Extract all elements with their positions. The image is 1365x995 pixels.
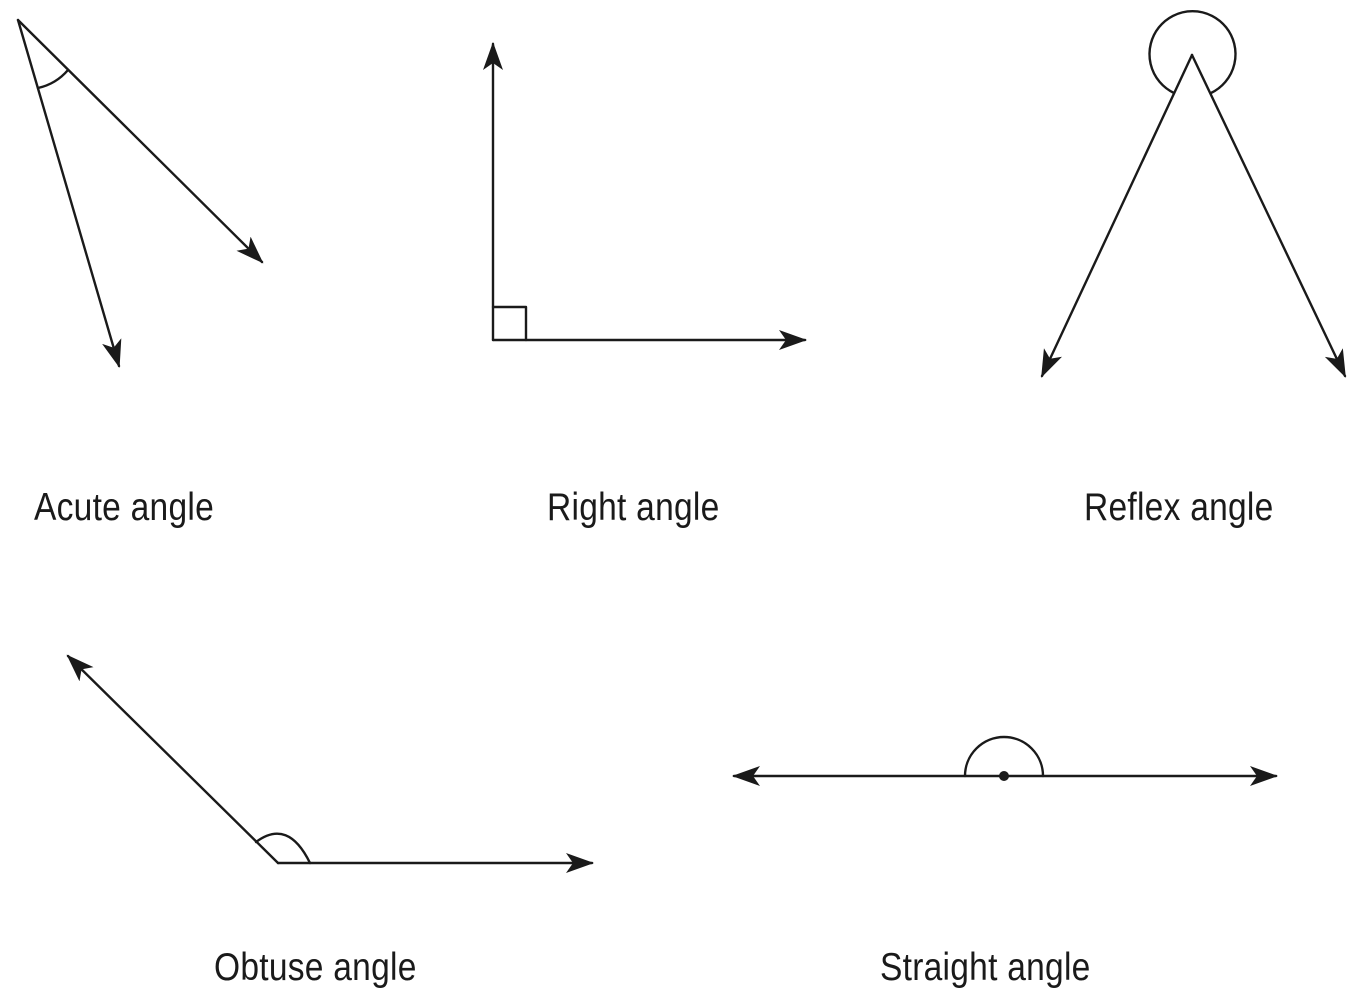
obtuse-ray-diagonal [66,654,280,865]
obtuse-angle-label: Obtuse angle [214,946,417,989]
straight-angle-arc [963,735,1045,778]
reflex-angle-figure [1040,10,1347,378]
right-angle-square-mark [491,305,528,342]
acute-ray-upper [16,18,264,264]
acute-angle-label: Acute angle [34,486,214,529]
acute-angle-figure [16,18,264,368]
right-angle-figure [483,42,807,350]
reflex-ray-left [1040,53,1194,378]
obtuse-angle-figure [66,654,594,873]
right-angle-label: Right angle [547,486,720,529]
acute-ray-lower [16,18,122,368]
straight-angle-figure [732,735,1278,786]
acute-angle-arc [36,68,70,90]
straight-vertex-dot [999,771,1009,781]
straight-angle-label: Straight angle [880,946,1091,989]
reflex-ray-right [1190,53,1347,378]
reflex-angle-arc [1148,10,1237,95]
reflex-angle-label: Reflex angle [1084,486,1274,529]
